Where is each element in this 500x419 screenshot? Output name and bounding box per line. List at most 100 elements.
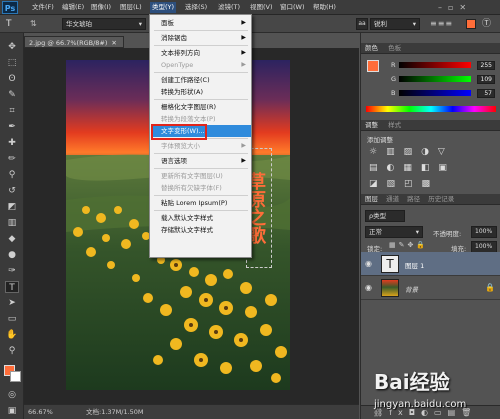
layer-name[interactable]: 背景 — [405, 284, 418, 294]
tab-styles[interactable]: 样式 — [388, 121, 401, 129]
zoom-level[interactable]: 66.67% — [28, 405, 53, 419]
tab-paths[interactable]: 路径 — [407, 195, 420, 203]
menu-view[interactable]: 视图(V) — [248, 2, 275, 13]
right-panel-dock: 颜色 色板 调整 样式 添加调整 ☼▥▨◑▽ ▤◐▦◧▣ ◪▧◰▩ 图层 通道 … — [360, 33, 500, 419]
type-menu-item[interactable]: 转换为形状(A) — [151, 86, 251, 98]
menu-item-label: 文本排列方向 — [161, 49, 200, 57]
menu-item-label: 转换为段落文本(P) — [161, 115, 216, 123]
canvas-text-layer[interactable]: 草原之歌 — [245, 150, 269, 266]
align-buttons[interactable]: ≡≡≡ — [430, 19, 460, 29]
brush-tool-icon[interactable]: ✏ — [5, 153, 19, 165]
lock-icons[interactable]: ▦✎✥🔒 — [389, 241, 429, 251]
channel-slider[interactable] — [399, 62, 471, 68]
lasso-tool-icon[interactable]: ʘ — [5, 73, 19, 85]
tab-channels[interactable]: 通道 — [386, 195, 399, 203]
type-menu-item[interactable]: 文本排列方向 ▶ — [151, 47, 251, 59]
window-controls[interactable]: –▫✕ — [438, 3, 498, 12]
hand-tool-icon[interactable]: ✋ — [5, 329, 19, 341]
type-menu-item[interactable]: 粘贴 Lorem Ipsum(P) — [151, 197, 251, 209]
tab-swatches[interactable]: 色板 — [388, 44, 401, 52]
type-menu-item[interactable]: 栅格化文字图层(R) — [151, 101, 251, 113]
highlight-annotation-box — [151, 124, 207, 140]
add-adjustment-label: 添加调整 — [367, 136, 393, 144]
gradient-tool-icon[interactable]: ▥ — [5, 217, 19, 229]
antialias-select[interactable]: 锐利 ▾ — [370, 18, 420, 30]
menu-bar: Ps 文件(F) 编辑(E) 图像(I) 图层(L) 类型(Y) 选择(S) 滤… — [0, 0, 500, 15]
layer-row-text[interactable]: ◉ T 图层 1 — [361, 252, 500, 276]
adjustment-icons-row1[interactable]: ☼▥▨◑▽ — [369, 147, 493, 161]
type-menu-item[interactable]: 创建工作路径(C) — [151, 74, 251, 86]
quick-mask-icon[interactable]: ◎ — [5, 389, 19, 401]
menu-separator — [154, 45, 248, 46]
marquee-tool-icon[interactable]: ⬚ — [5, 57, 19, 69]
menu-help[interactable]: 帮助(H) — [311, 2, 338, 13]
channel-slider[interactable] — [399, 90, 471, 96]
menu-item-label: 面板 — [161, 19, 174, 27]
type-menu-item: 字体预览大小 ▶ — [151, 140, 251, 152]
font-family-select[interactable]: 华文琥珀 ▾ — [62, 18, 146, 30]
fg-color-swatch[interactable] — [367, 60, 379, 72]
type-menu-item[interactable]: 存储默认文字样式 — [151, 224, 251, 236]
layer-filter-select[interactable]: ρ类型 — [365, 210, 405, 222]
blur-tool-icon[interactable]: ◆ — [5, 233, 19, 245]
type-menu-item[interactable]: 面板 ▶ — [151, 17, 251, 29]
eraser-tool-icon[interactable]: ◩ — [5, 201, 19, 213]
eyedropper-icon[interactable]: ✒ — [5, 121, 19, 133]
tab-history[interactable]: 历史记录 — [428, 195, 454, 203]
menu-window[interactable]: 窗口(W) — [278, 2, 307, 13]
channel-value-input[interactable]: 57 — [477, 89, 495, 98]
type-menu-item[interactable]: 载入默认文字样式 — [151, 212, 251, 224]
type-menu-item[interactable]: 语言选项 ▶ — [151, 155, 251, 167]
type-tool-icon[interactable]: T — [5, 281, 19, 293]
menu-image[interactable]: 图像(I) — [89, 2, 113, 13]
layer-name[interactable]: 图层 1 — [405, 260, 424, 270]
menu-select[interactable]: 选择(S) — [183, 2, 209, 13]
type-tool-icon[interactable]: T — [6, 19, 18, 29]
opacity-input[interactable]: 100% — [471, 226, 497, 238]
shape-tool-icon[interactable]: ▭ — [5, 313, 19, 325]
menu-edit[interactable]: 编辑(E) — [60, 2, 86, 13]
type-menu-item: OpenType ▶ — [151, 59, 251, 71]
channel-slider[interactable] — [399, 76, 471, 82]
adjustment-icons-row2[interactable]: ▤◐▦◧▣ — [369, 163, 493, 177]
channel-value-input[interactable]: 109 — [477, 75, 495, 84]
chevron-down-icon: ▾ — [415, 228, 419, 236]
blend-mode-select[interactable]: 正常 ▾ — [365, 226, 423, 238]
dodge-tool-icon[interactable]: ● — [5, 249, 19, 261]
warp-text-icon[interactable]: Ⓣ — [482, 18, 496, 30]
background-color-swatch[interactable] — [10, 371, 21, 382]
path-select-icon[interactable]: ➤ — [5, 297, 19, 309]
healing-brush-icon[interactable]: ✚ — [5, 137, 19, 149]
history-brush-icon[interactable]: ↺ — [5, 185, 19, 197]
pen-tool-icon[interactable]: ✑ — [5, 265, 19, 277]
tab-color[interactable]: 颜色 — [365, 44, 378, 52]
menu-type[interactable]: 类型(Y) — [150, 2, 177, 13]
channel-value-input[interactable]: 255 — [477, 61, 495, 70]
adjustment-icons-row3[interactable]: ◪▧◰▩ — [369, 179, 493, 193]
crop-tool-icon[interactable]: ⌗ — [5, 105, 19, 117]
submenu-arrow-icon: ▶ — [241, 61, 246, 68]
orientation-toggle-icon[interactable]: ⇅ — [30, 19, 44, 29]
eye-visibility-icon[interactable]: ◉ — [365, 283, 372, 292]
screen-mode-icon[interactable]: ▣ — [5, 405, 19, 417]
layer-row-background[interactable]: ◉ 背景 🔒 — [361, 276, 500, 300]
image-layer-thumbnail — [381, 279, 399, 297]
antialias-value: 锐利 — [374, 20, 387, 28]
menu-item-label: 载入默认文字样式 — [161, 214, 213, 222]
close-icon[interactable]: ✕ — [111, 39, 116, 47]
text-color-swatch[interactable] — [466, 19, 476, 29]
tab-adjustments[interactable]: 调整 — [365, 121, 378, 129]
color-spectrum-bar[interactable] — [366, 106, 496, 112]
type-menu-item[interactable]: 消除锯齿 ▶ — [151, 32, 251, 44]
move-tool-icon[interactable]: ✥ — [5, 41, 19, 53]
quick-select-icon[interactable]: ✎ — [5, 89, 19, 101]
menu-layer[interactable]: 图层(L) — [118, 2, 144, 13]
zoom-tool-icon[interactable]: ⚲ — [5, 345, 19, 357]
eye-visibility-icon[interactable]: ◉ — [365, 259, 372, 268]
stamp-tool-icon[interactable]: ⚲ — [5, 169, 19, 181]
menu-filter[interactable]: 滤镜(T) — [216, 2, 242, 13]
tab-layers[interactable]: 图层 — [365, 195, 378, 203]
tools-panel: ✥ ⬚ ʘ ✎ ⌗ ✒ ✚ ✏ ⚲ ↺ ◩ ▥ ◆ ● ✑ T ➤ ▭ ✋ ⚲ … — [0, 33, 24, 419]
menu-file[interactable]: 文件(F) — [30, 2, 56, 13]
document-tab[interactable]: 2.jpg @ 66.7%(RGB/8#) ✕ — [24, 36, 124, 48]
